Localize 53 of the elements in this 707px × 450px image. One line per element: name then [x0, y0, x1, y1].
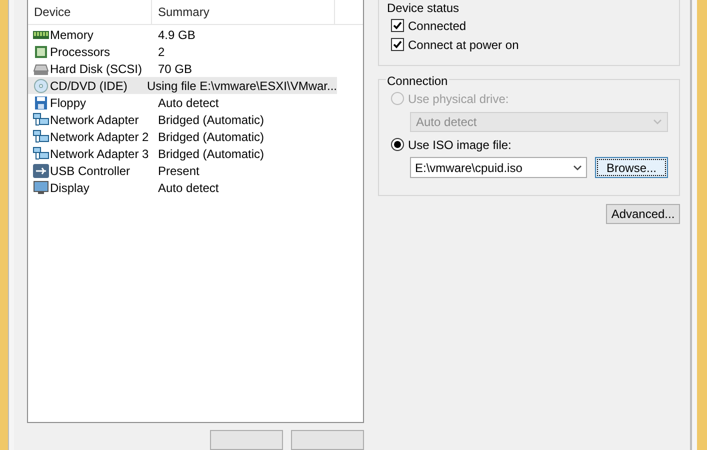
dialog-button[interactable] [291, 430, 364, 450]
usb-icon [33, 164, 49, 178]
iso-path-combobox[interactable]: E:\vmware\cpuid.iso [410, 157, 587, 178]
device-row[interactable]: Hard Disk (SCSI) 70 GB [28, 60, 337, 77]
device-row[interactable]: Memory 4.9 GB [28, 26, 337, 43]
device-summary: 2 [157, 44, 165, 60]
checkbox[interactable]: Connected [391, 16, 679, 35]
device-summary: Bridged (Automatic) [157, 112, 264, 128]
device-name: Display [50, 180, 90, 196]
device-summary: Using file E:\vmware\ESXI\VMwar... [146, 78, 337, 94]
device-summary: Present [157, 162, 200, 180]
device-name: CD/DVD (IDE) [50, 78, 128, 94]
device-row[interactable]: Processors 2 [28, 43, 337, 60]
checkbox[interactable]: Connect at power on [391, 35, 679, 54]
check-icon [393, 21, 402, 30]
device-row[interactable]: Display Auto detect [28, 179, 337, 196]
device-row[interactable]: USB Controller Present [28, 162, 337, 179]
device-summary: Auto detect [157, 94, 219, 112]
network-computers-icon [33, 112, 49, 126]
column-header[interactable]: Device [28, 0, 152, 24]
device-name: Network Adapter [50, 112, 139, 128]
monitor-icon [33, 180, 49, 194]
dialog-button[interactable] [210, 430, 283, 450]
device-summary: Auto detect [157, 180, 219, 196]
column-header[interactable]: Summary [152, 0, 335, 24]
device-row[interactable]: Floppy Auto detect [28, 94, 337, 111]
device-summary: Bridged (Automatic) [157, 146, 264, 162]
device-summary: 4.9 GB [157, 26, 196, 44]
chip-icon [33, 44, 49, 58]
network-computers-icon [33, 146, 49, 160]
device-summary: Bridged (Automatic) [157, 128, 264, 146]
radio-button[interactable]: Use ISO image file: [391, 135, 679, 154]
disc-icon [33, 78, 49, 92]
network-computers-icon [33, 130, 49, 144]
browse-button[interactable]: Browse... [595, 157, 668, 178]
chevron-down-icon [653, 119, 662, 125]
device-name: USB Controller [50, 162, 130, 180]
device-row[interactable]: Network Adapter 3 Bridged (Automatic) [28, 145, 337, 162]
advanced-button[interactable]: Advanced... [606, 204, 680, 224]
device-name: Processors [50, 44, 110, 60]
device-summary: 70 GB [157, 60, 192, 78]
device-name: Network Adapter 3 [50, 146, 149, 162]
device-row[interactable]: CD/DVD (IDE) Using file E:\vmware\ESXI\VMwar... [28, 77, 337, 94]
device-name: Floppy [50, 94, 86, 112]
device-name: Network Adapter 2 [50, 128, 149, 146]
chevron-down-icon [573, 164, 582, 170]
device-row[interactable]: Network Adapter Bridged (Automatic) [28, 111, 337, 128]
device-name: Hard Disk (SCSI) [50, 60, 142, 78]
device-name: Memory [50, 26, 94, 44]
check-icon [393, 40, 402, 49]
floppy-icon [33, 96, 49, 110]
device-row[interactable]: Network Adapter 2 Bridged (Automatic) [28, 128, 337, 145]
hard-disk-icon [33, 62, 49, 76]
